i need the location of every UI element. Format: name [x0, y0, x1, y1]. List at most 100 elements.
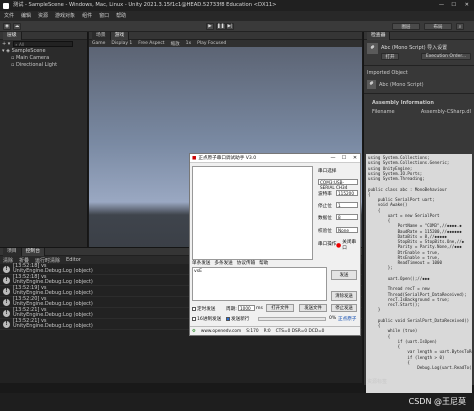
layers-dropdown[interactable]: 图层 [392, 23, 420, 30]
code-line: var length = uart.BytesToRead; [368, 349, 472, 355]
stop-send-button[interactable]: 停止发送 [331, 304, 357, 312]
clear-button[interactable]: 清除 [3, 257, 13, 264]
tab-hierarchy[interactable]: 层级 [3, 31, 22, 40]
send-file-button[interactable]: 发送文件 [299, 304, 327, 312]
status-dot-icon: ● [336, 241, 342, 249]
close-icon[interactable]: ✕ [465, 0, 469, 11]
info-icon: ! [3, 310, 10, 317]
asset-labels-label: 资源标签 [367, 379, 388, 385]
menu-file[interactable]: 文件 [4, 11, 14, 21]
stop-bits-select[interactable]: 1 [336, 202, 358, 208]
stop-bits-label: 停止位 [318, 204, 332, 209]
parity-select[interactable]: None [336, 227, 358, 233]
settings-icon[interactable]: ⚙ [192, 329, 196, 334]
search-icon[interactable]: ⌕ [456, 23, 464, 30]
hierarchy-panel: 层级 + ▾ ⌕ All ▾ ◈ SampleScene ▫ Main Came… [0, 31, 88, 247]
tab-console[interactable]: 控制台 [21, 247, 46, 256]
menu-gameobject[interactable]: 游戏对象 [55, 11, 75, 21]
menu-component[interactable]: 组件 [82, 11, 92, 21]
add-icon[interactable]: + ▾ [2, 41, 10, 47]
tab-scene[interactable]: 场景 [92, 31, 111, 40]
imported-script-name: Abc (Mono Script) [379, 82, 424, 88]
send-button[interactable]: 发送 [331, 270, 357, 280]
scene-tabs: 场景 游戏 [89, 31, 362, 40]
tab-inspector[interactable]: 检查器 [367, 31, 391, 40]
send-input[interactable]: vsE [192, 267, 327, 301]
menu-window[interactable]: 窗口 [99, 11, 109, 21]
tab-project[interactable]: 项目 [3, 247, 22, 256]
window-title-bar: 测试 - SampleScene - Windows, Mac, Linux -… [0, 0, 474, 11]
tree-item-scene[interactable]: ▾ ◈ SampleScene [2, 48, 87, 55]
tree-item-light[interactable]: ▫ Directional Light [2, 62, 87, 69]
menu-edit[interactable]: 编辑 [21, 11, 31, 21]
clear-send-button[interactable]: 清除发送 [331, 291, 357, 301]
layout-dropdown[interactable]: 布局 [424, 23, 452, 30]
step-button[interactable]: ▶| [226, 23, 234, 30]
send-tabs: 单条发送 多条发送 协议传输 帮助 [192, 260, 268, 266]
watermark: CSDN @王尼莫 [408, 397, 466, 406]
code-line: public void SerialPort_DataReceived() [368, 317, 470, 323]
open-button[interactable]: 打开 [381, 53, 399, 60]
imported-object-label: Imported Object [367, 70, 408, 76]
tab-game[interactable]: 游戏 [110, 31, 130, 40]
display-dropdown[interactable]: Display 1 [111, 41, 132, 46]
baud-select[interactable]: 115200 [336, 190, 358, 196]
data-bits-label: 数据位 [318, 216, 332, 221]
maximize-icon[interactable]: ☐ [339, 154, 349, 163]
aspect-dropdown[interactable]: Free Aspect [138, 41, 164, 46]
data-bits-select[interactable]: 8 [336, 214, 358, 220]
editor-status-bar: CSDN @王尼莫 [0, 393, 474, 411]
website-link[interactable]: 正点原子 [338, 316, 356, 322]
script-source-code: using System.Collections; using System.Co… [366, 154, 472, 402]
tab-multi-send[interactable]: 多条发送 [214, 260, 232, 266]
editor-dropdown[interactable]: Editor [66, 257, 81, 263]
progress-percent: 0% [329, 316, 337, 321]
tab-protocol[interactable]: 协议传输 [237, 260, 255, 266]
receive-area[interactable] [192, 166, 313, 260]
newline-checkbox[interactable] [226, 317, 230, 321]
open-file-button[interactable]: 打开文件 [266, 304, 294, 312]
scene-icon: ◈ [6, 48, 10, 54]
filename-row: Filename Assembly-CSharp.dl [364, 106, 474, 115]
pause-button[interactable]: ❚❚ [216, 23, 226, 30]
port-select[interactable]: COM3:USB-SERIAL CH34 [318, 179, 358, 190]
tree-item-camera[interactable]: ▫ Main Camera [2, 55, 87, 62]
minimize-icon[interactable]: — [328, 154, 338, 163]
newline-option[interactable]: 发送新行 [226, 316, 249, 322]
play-button[interactable]: ▶ [206, 23, 214, 30]
tab-single-send[interactable]: 单条发送 [192, 260, 210, 266]
code-line: PortName = "COM3",//◆◆◆◆.◆ [368, 223, 462, 229]
serial-assistant-window: ■ 正点原子串口调试助手 V3.0 — ☐ ✕ 串口选择 COM3:USB-SE… [189, 153, 361, 336]
hierarchy-tree: ▾ ◈ SampleScene ▫ Main Camera ▫ Directio… [0, 48, 87, 69]
cube-icon: ▫ [11, 62, 15, 68]
period-input[interactable]: 1000 [238, 305, 255, 311]
imported-object-row: # Abc (Mono Script) [364, 76, 474, 94]
cloud-icon[interactable]: ☁ [13, 23, 21, 30]
script-icon: # [367, 80, 376, 89]
info-icon: ! [3, 277, 10, 284]
play-focused-dropdown[interactable]: Play Focused [197, 41, 226, 46]
minimize-icon[interactable]: — [439, 0, 444, 11]
info-icon: ! [3, 299, 10, 306]
hierarchy-search-input[interactable]: ⌕ All [13, 41, 74, 47]
close-icon[interactable]: ✕ [350, 154, 360, 163]
baud-label: 波特率 [318, 192, 332, 197]
tab-help[interactable]: 帮助 [259, 260, 268, 266]
execution-order-button[interactable]: Execution Order... [421, 53, 471, 60]
account-icon[interactable]: ◉ [3, 23, 11, 30]
maximize-icon[interactable]: ☐ [451, 0, 456, 11]
menu-assets[interactable]: 资源 [38, 11, 48, 21]
close-port-button[interactable]: ● 关闭串口 [336, 239, 360, 251]
timed-send-option[interactable]: 定时发送 [192, 306, 215, 312]
inspector-panel: 检查器 # Abc (Mono Script) 导入设置 打开 Executio… [363, 31, 474, 402]
game-dropdown[interactable]: Game [92, 41, 105, 46]
hex-send-option[interactable]: 16进制发送 [192, 316, 221, 322]
timed-send-checkbox[interactable] [192, 307, 196, 311]
hex-send-checkbox[interactable] [192, 317, 196, 321]
main-toolbar: ◉ ☁ ▶ ❚❚ ▶| 图层 布局 ⌕ [0, 21, 474, 32]
info-icon: ! [3, 266, 10, 273]
inspector-header: 检查器 [364, 31, 474, 40]
scale-value[interactable]: 1x [186, 41, 192, 46]
menu-help[interactable]: 帮助 [116, 11, 126, 21]
website-url[interactable]: www.openedv.com [201, 329, 241, 334]
